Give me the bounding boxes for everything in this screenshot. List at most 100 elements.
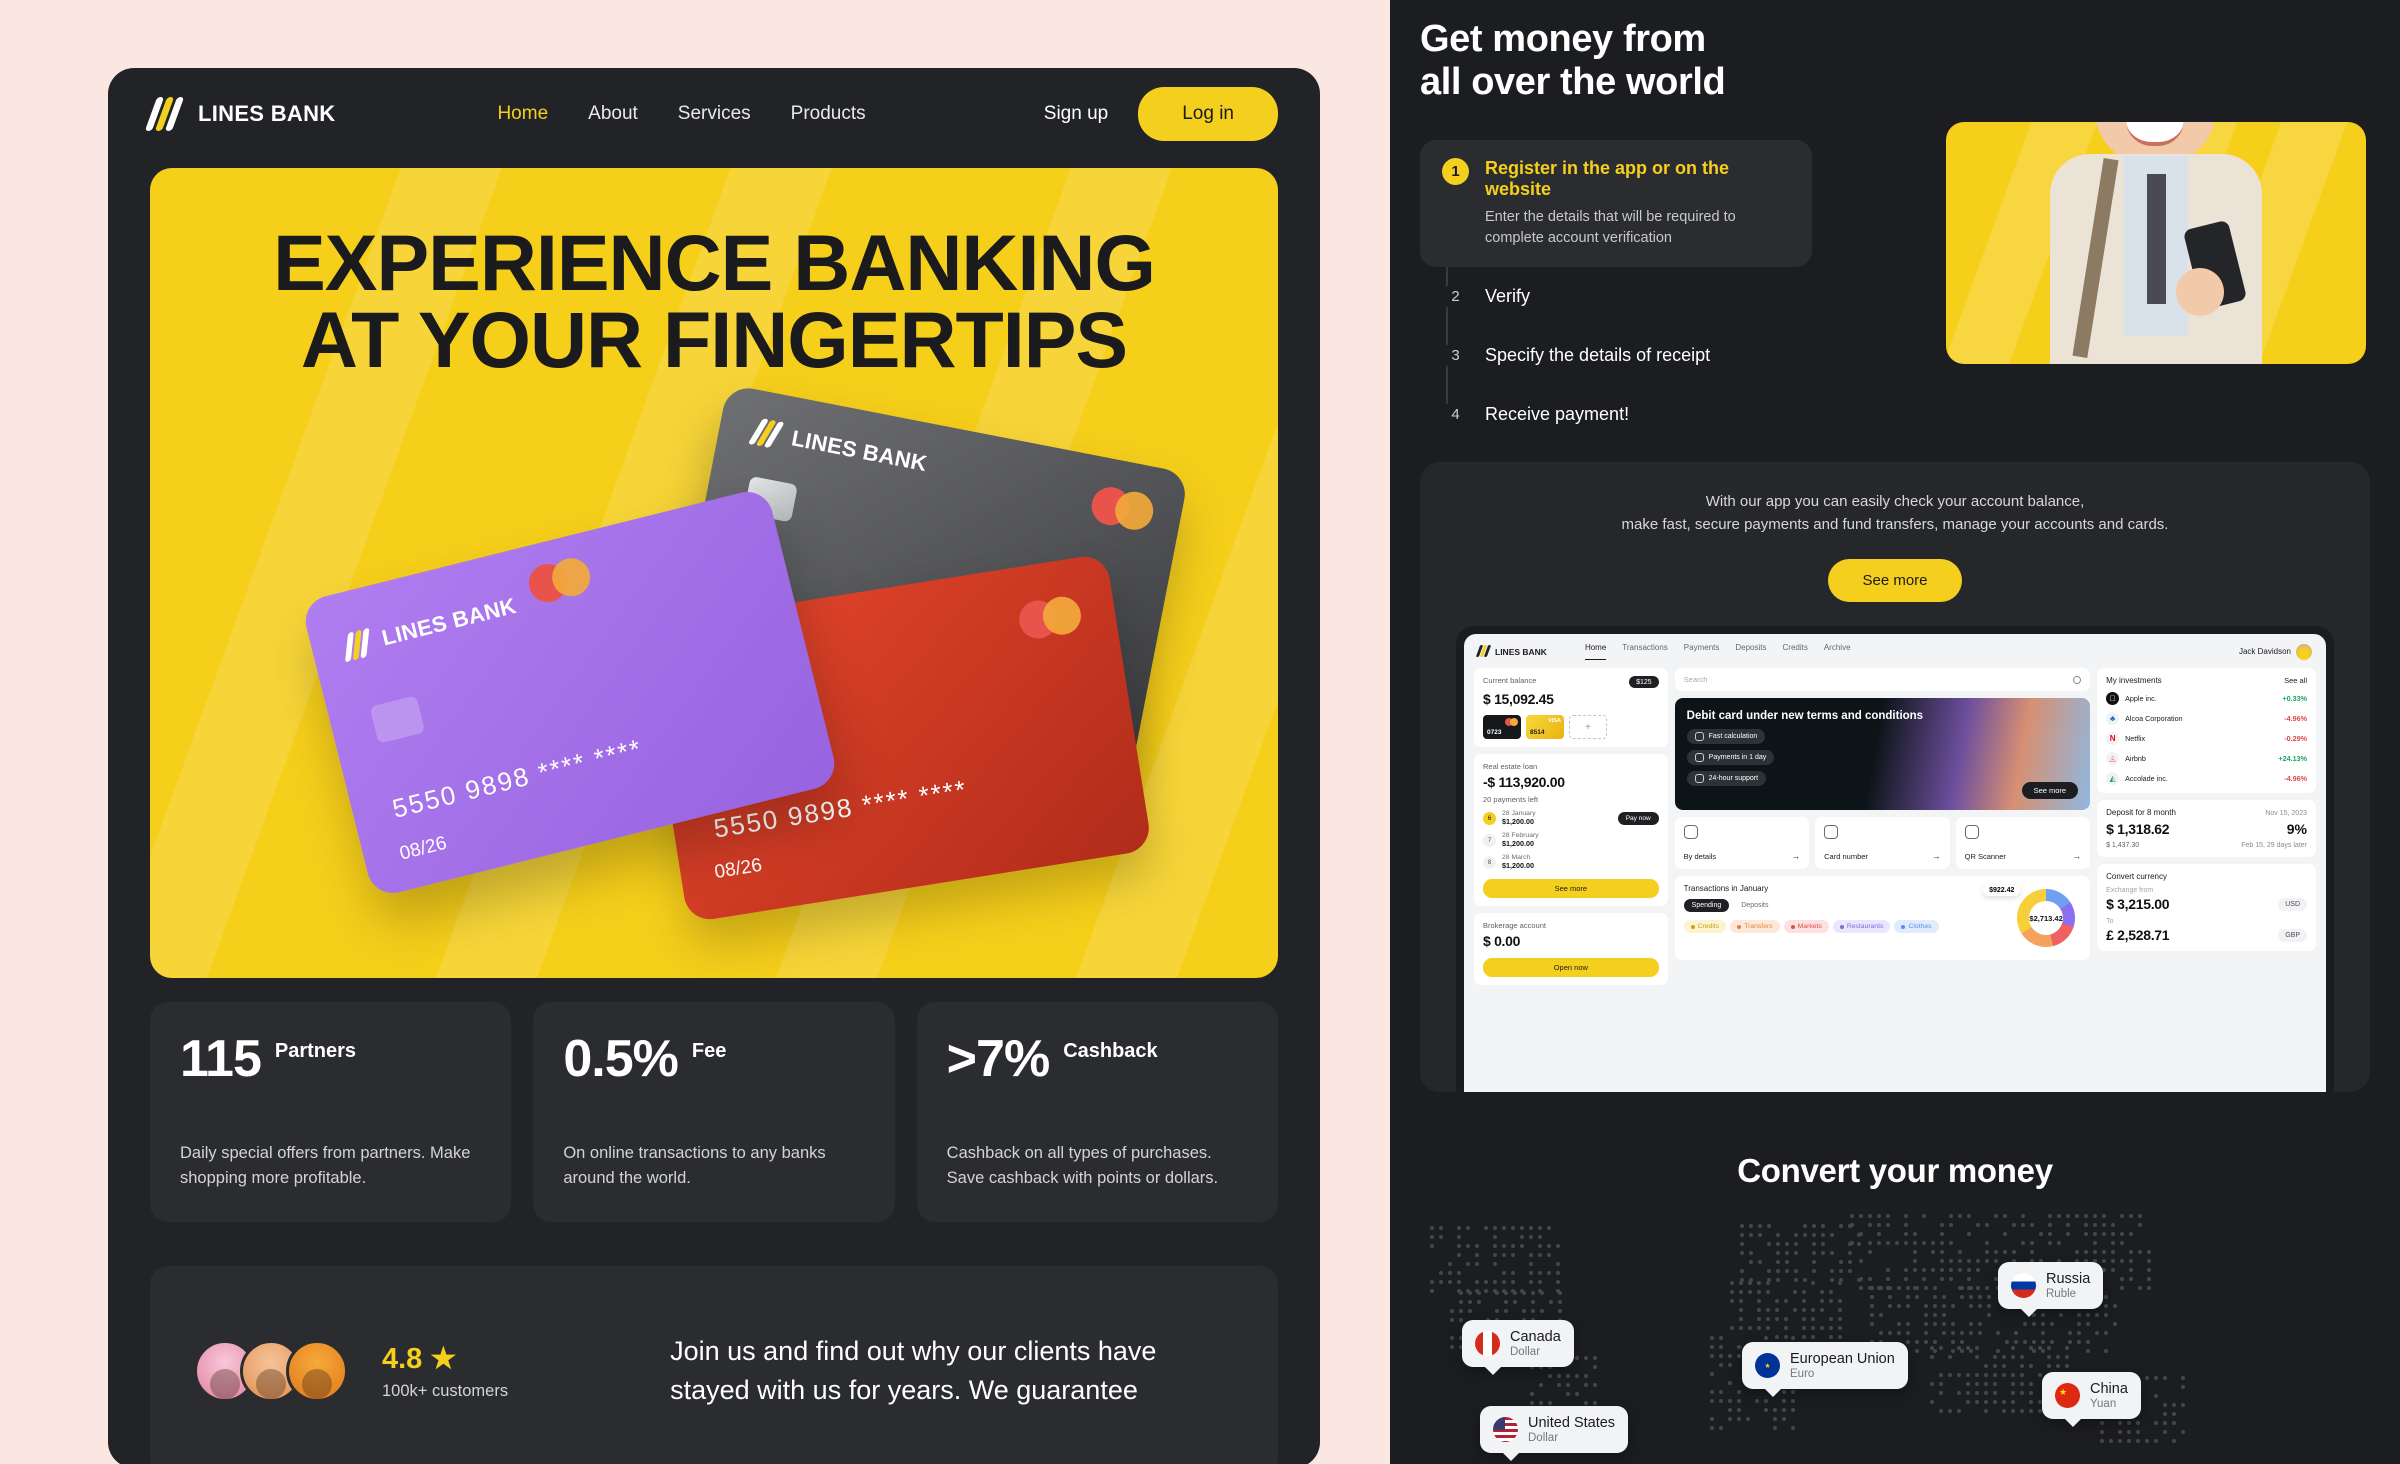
tab-payments[interactable]: Payments [1684, 643, 1720, 660]
loan-widget: Real estate loan -$ 113,920.00 20 paymen… [1474, 754, 1668, 906]
mini-card-gold[interactable]: VISA 8514 [1526, 715, 1564, 739]
see-more-button[interactable]: See more [1828, 559, 1961, 602]
pay-now-button[interactable]: Pay now [1618, 812, 1659, 825]
dashboard-left-column: Current balance $125 $ 15,092.45 0723 VI… [1474, 668, 1668, 985]
dashboard-body: Current balance $125 $ 15,092.45 0723 VI… [1464, 660, 2326, 985]
stat-value: 0.5% [563, 1036, 678, 1083]
chip-clothes[interactable]: Clothes [1894, 920, 1938, 933]
deposit-footer: $ 1,437.30 Feb 15, 29 days later [2106, 842, 2307, 849]
currency-pin-china[interactable]: China Yuan [2042, 1372, 2141, 1419]
dashboard-brand-name: LINES BANK [1495, 647, 1547, 657]
testimonial-card: 4.8 ★ 100k+ customers Join us and find o… [150, 1266, 1278, 1464]
see-all-link[interactable]: See all [2284, 676, 2307, 685]
nav-link-products[interactable]: Products [791, 103, 866, 125]
chip-markets[interactable]: Markets [1784, 920, 1829, 933]
loan-amount: -$ 113,920.00 [1483, 774, 1659, 790]
deposit-rate: 9% [2287, 821, 2307, 837]
payment-date: 28 January [1502, 810, 1536, 817]
stat-card-cashback: >7% Cashback Cashback on all types of pu… [917, 1002, 1278, 1222]
exchange-from-row: $ 3,215.00 USD [2106, 896, 2307, 912]
step-title: Specify the details of receipt [1485, 345, 1710, 366]
exchange-from-label: Exchange from [2106, 887, 2307, 894]
investment-name: Alcoa Corporation [2125, 714, 2183, 723]
banner-see-more-button[interactable]: See more [2022, 782, 2079, 799]
add-card-button[interactable]: + [1569, 715, 1607, 739]
card-chip-icon [370, 695, 426, 743]
investment-change: -4.96% [2284, 774, 2307, 783]
nav-link-home[interactable]: Home [497, 103, 548, 125]
currency-pin-united-states[interactable]: United States Dollar [1480, 1406, 1628, 1453]
mini-card-dark[interactable]: 0723 [1483, 715, 1521, 739]
flag-canada-icon [1475, 1331, 1500, 1356]
tab-deposits[interactable]: Deposits [1735, 643, 1766, 660]
step-item-2[interactable]: 2 Verify [1420, 267, 1812, 326]
rating-block: 4.8 ★ 100k+ customers [382, 1341, 508, 1401]
signup-link[interactable]: Sign up [1028, 93, 1124, 135]
step-title: Verify [1485, 286, 1530, 307]
currency-pin-canada[interactable]: Canada Dollar [1462, 1320, 1574, 1367]
currency-select-from[interactable]: USD [2278, 898, 2307, 911]
user-menu[interactable]: Jack Davidson [2239, 644, 2312, 660]
step-number: 1 [1442, 158, 1469, 185]
mastercard-icon [1016, 594, 1083, 641]
pin-currency: Yuan [2090, 1398, 2128, 1410]
currency-select-to[interactable]: GBP [2278, 929, 2307, 942]
banner-feature: Payments in 1 day [1687, 750, 1775, 765]
person-illustration [1946, 122, 2366, 364]
brokerage-widget: Brokerage account $ 0.00 Open now [1474, 913, 1668, 985]
loan-payment-row: 7 28 February $1,200.00 [1483, 832, 1659, 848]
feature-label: Payments in 1 day [1709, 754, 1767, 761]
payment-number: 8 [1483, 856, 1496, 869]
balance-pill[interactable]: $125 [1629, 676, 1659, 688]
step-item-3[interactable]: 3 Specify the details of receipt [1420, 326, 1812, 385]
step-item-1[interactable]: 1 Register in the app or on the website … [1420, 140, 1812, 267]
loan-see-more-button[interactable]: See more [1483, 879, 1659, 898]
tab-credits[interactable]: Credits [1783, 643, 1808, 660]
stat-label: Partners [275, 1036, 356, 1063]
stat-desc: Daily special offers from partners. Make… [180, 1141, 481, 1192]
card-expiry: 08/26 [398, 833, 449, 866]
dashboard-mockup: LINES BANK Home Transactions Payments De… [1464, 634, 2326, 1092]
nav-link-services[interactable]: Services [678, 103, 751, 125]
currency-pin-european-union[interactable]: European Union Euro [1742, 1342, 1908, 1389]
convert-currency-widget: Convert currency Exchange from $ 3,215.0… [2097, 864, 2316, 951]
stat-label: Fee [692, 1036, 726, 1063]
support-icon [1695, 774, 1704, 783]
tab-home[interactable]: Home [1585, 643, 1606, 660]
nav-links: Home About Services Products [497, 103, 865, 125]
card-logo-icon [343, 627, 375, 662]
chip-restaurants[interactable]: Restaurants [1833, 920, 1891, 933]
action-card-number[interactable]: Card number → [1815, 817, 1949, 869]
stat-desc: Cashback on all types of purchases. Save… [947, 1141, 1248, 1192]
brand-name: LINES BANK [198, 101, 335, 127]
tab-archive[interactable]: Archive [1824, 643, 1851, 660]
navbar: LINES BANK Home About Services Products … [108, 68, 1320, 160]
chip-credits[interactable]: Credits [1684, 920, 1727, 933]
login-button[interactable]: Log in [1138, 87, 1278, 141]
pin-currency: Dollar [1510, 1346, 1561, 1358]
payment-amount: $1,200.00 [1502, 839, 1539, 848]
pin-text: Russia Ruble [2046, 1271, 2090, 1300]
action-qr-scanner[interactable]: QR Scanner → [1956, 817, 2090, 869]
stat-card-partners: 115 Partners Daily special offers from p… [150, 1002, 511, 1222]
open-now-button[interactable]: Open now [1483, 958, 1659, 977]
investment-row:  Apple inc. +0.33% [2106, 692, 2307, 705]
investment-name: Airbnb [2125, 754, 2146, 763]
pin-country: European Union [1790, 1351, 1895, 1367]
search-bar[interactable]: Search [1675, 668, 2090, 691]
step-title: Register in the app or on the website [1485, 158, 1790, 200]
step-item-4[interactable]: 4 Receive payment! [1420, 385, 1812, 444]
step-title: Receive payment! [1485, 404, 1629, 425]
currency-pin-russia[interactable]: Russia Ruble [1998, 1262, 2103, 1309]
nav-link-about[interactable]: About [588, 103, 638, 125]
nav-actions: Sign up Log in [1028, 87, 1278, 141]
action-by-details[interactable]: By details → [1675, 817, 1809, 869]
segment-spending[interactable]: Spending [1684, 899, 1730, 912]
chip-transfers[interactable]: Transfers [1730, 920, 1779, 933]
brand[interactable]: LINES BANK [150, 96, 335, 132]
action-row: Card number → [1824, 851, 1940, 861]
search-icon [2073, 676, 2081, 684]
tab-transactions[interactable]: Transactions [1622, 643, 1668, 660]
segment-deposits[interactable]: Deposits [1733, 899, 1776, 912]
convert-title: Convert currency [2106, 872, 2307, 881]
